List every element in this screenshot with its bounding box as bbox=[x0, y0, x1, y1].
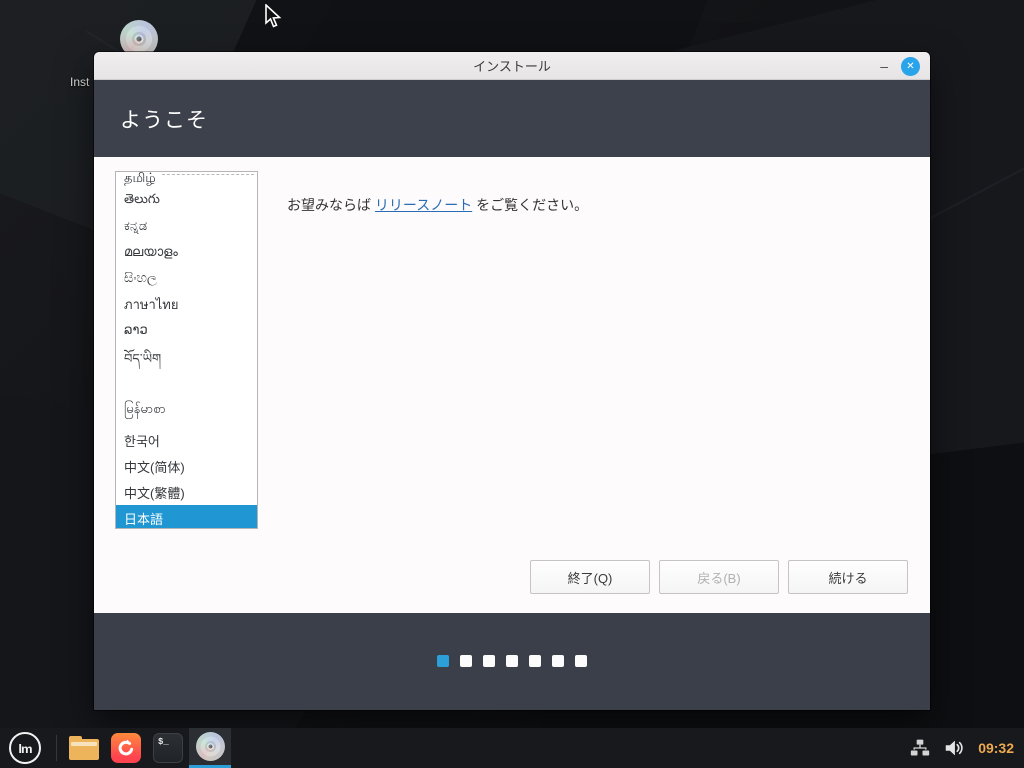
folder-icon bbox=[69, 736, 99, 760]
language-option-label: 中文(繁體) bbox=[124, 483, 185, 502]
terminal-icon: $_ bbox=[153, 733, 183, 763]
page-header: ようこそ bbox=[94, 80, 930, 157]
language-option-label: 中文(简体) bbox=[124, 457, 185, 476]
language-option[interactable]: മലയാളം bbox=[116, 239, 257, 265]
taskbar-separator bbox=[56, 735, 57, 761]
mint-logo-icon: lm bbox=[9, 732, 41, 764]
file-manager-launcher[interactable] bbox=[63, 728, 105, 768]
language-option-label: ಕನ್ನಡ bbox=[124, 218, 147, 234]
release-notes-link[interactable]: リリースノート bbox=[375, 197, 472, 213]
language-option-label: မြန်မာစာ bbox=[124, 401, 166, 420]
quit-button[interactable]: 終了(Q) bbox=[530, 560, 650, 594]
progress-dot-active bbox=[437, 655, 449, 667]
step-progress-dots bbox=[437, 655, 587, 667]
close-button[interactable]: ✕ bbox=[901, 57, 920, 76]
release-notes-suffix: をご覧ください。 bbox=[472, 197, 588, 213]
firefox-icon bbox=[111, 733, 141, 763]
language-option-label: ລາວ bbox=[124, 322, 148, 338]
release-notes-text: お望みならば リリースノート をご覧ください。 bbox=[287, 195, 588, 215]
language-option-label: 한국어 bbox=[124, 431, 160, 450]
window-title: インストール bbox=[473, 56, 551, 75]
taskbar-left: lm $_ bbox=[0, 728, 231, 768]
taskbar: lm $_ bbox=[0, 728, 1024, 768]
progress-footer bbox=[94, 613, 930, 710]
language-option-label: ภาษาไทย bbox=[124, 294, 178, 315]
language-option-label: తెలుగు bbox=[124, 191, 160, 210]
language-option[interactable]: 日本語 bbox=[116, 505, 257, 529]
installer-taskbar-button[interactable] bbox=[189, 728, 231, 768]
language-option[interactable]: සිංහල bbox=[116, 265, 257, 291]
progress-dot bbox=[483, 655, 495, 667]
terminal-launcher[interactable]: $_ bbox=[147, 728, 189, 768]
language-list[interactable]: தமிழ் తెలుగు ಕನ್ನಡ മലയാളം සිංහල ภาษาไทย ລາວ བོད… bbox=[115, 171, 258, 529]
close-icon: ✕ bbox=[906, 61, 914, 72]
language-option[interactable]: 한국어 bbox=[116, 427, 257, 453]
language-option[interactable]: 中文(繁體) bbox=[116, 479, 257, 505]
language-option[interactable]: ภาษาไทย bbox=[116, 291, 257, 317]
progress-dot bbox=[529, 655, 541, 667]
page-title: ようこそ bbox=[120, 104, 208, 134]
language-option-label: བོད་ཡིག bbox=[124, 344, 161, 381]
language-option-label: 日本語 bbox=[124, 509, 163, 528]
dialog-buttons: 終了(Q) 戻る(B) 続ける bbox=[530, 560, 908, 594]
system-tray: 09:32 bbox=[910, 728, 1024, 768]
back-button: 戻る(B) bbox=[659, 560, 779, 594]
minimize-button[interactable]: – bbox=[880, 61, 888, 71]
installer-cd-icon bbox=[196, 732, 225, 761]
taskbar-clock[interactable]: 09:32 bbox=[978, 740, 1014, 756]
progress-dot bbox=[506, 655, 518, 667]
release-notes-prefix: お望みならば bbox=[287, 197, 375, 213]
language-option[interactable]: 中文(简体) bbox=[116, 453, 257, 479]
language-option[interactable]: မြန်မာစာ bbox=[116, 381, 257, 427]
language-option[interactable]: ಕನ್ನಡ bbox=[116, 213, 257, 239]
mint-menu-button[interactable]: lm bbox=[0, 728, 50, 768]
network-icon[interactable] bbox=[910, 738, 930, 758]
language-option-label: മലയാളം bbox=[124, 244, 178, 260]
language-option[interactable]: བོད་ཡིག bbox=[116, 343, 257, 381]
window-titlebar[interactable]: インストール – ✕ bbox=[94, 52, 930, 80]
installer-desktop-icon-label[interactable]: Inst bbox=[70, 75, 89, 89]
language-option-label: සිංහල bbox=[124, 270, 157, 286]
language-option-label: தமிழ் bbox=[124, 172, 156, 187]
firefox-launcher[interactable] bbox=[105, 728, 147, 768]
list-scroll-indicator bbox=[162, 174, 254, 175]
language-option[interactable]: తెలుగు bbox=[116, 187, 257, 213]
continue-button[interactable]: 続ける bbox=[788, 560, 908, 594]
progress-dot bbox=[552, 655, 564, 667]
page-content: தமிழ் తెలుగు ಕನ್ನಡ മലയാളം සිංහල ภาษาไทย ລາວ བོད… bbox=[94, 157, 930, 613]
installer-window: インストール – ✕ ようこそ தமிழ் తెలుగు ಕನ್ನಡ മലയാളം සි… bbox=[94, 52, 930, 710]
progress-dot bbox=[460, 655, 472, 667]
volume-icon[interactable] bbox=[943, 737, 965, 759]
progress-dot bbox=[575, 655, 587, 667]
window-controls: – ✕ bbox=[880, 52, 920, 80]
language-option[interactable]: ລາວ bbox=[116, 317, 257, 343]
